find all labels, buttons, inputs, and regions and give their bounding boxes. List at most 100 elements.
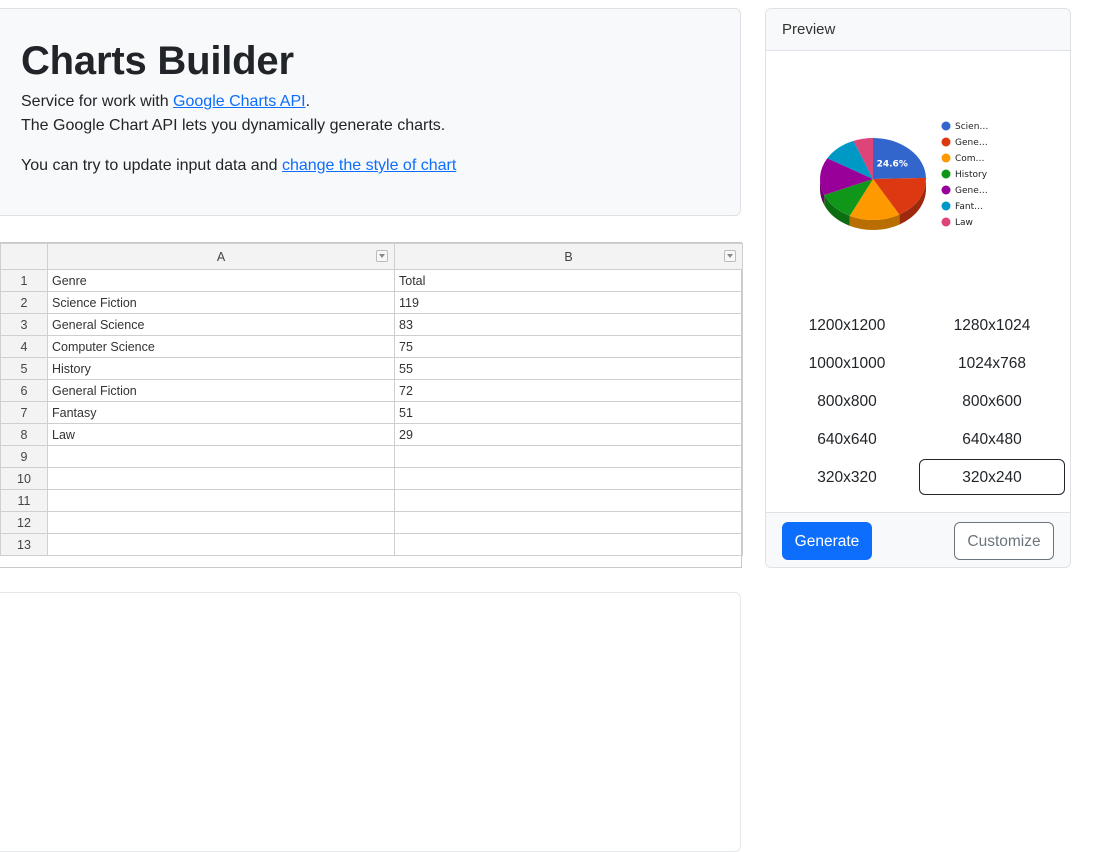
column-a-label: A	[216, 249, 226, 264]
cell-a[interactable]: History	[47, 357, 395, 380]
size-option-1000x1000[interactable]: 1000x1000	[774, 345, 920, 381]
cell-a[interactable]	[47, 467, 395, 490]
size-option-640x480[interactable]: 640x480	[919, 421, 1065, 457]
cell-a[interactable]: Genre	[47, 269, 395, 292]
pie-slice	[873, 138, 926, 179]
change-style-link[interactable]: change the style of chart	[282, 157, 456, 174]
sheet-corner	[0, 243, 48, 270]
pie-slice-label: 24.6%	[877, 160, 908, 170]
row-number[interactable]: 8	[0, 423, 48, 446]
size-option-800x600[interactable]: 800x600	[919, 383, 1065, 419]
google-charts-api-link[interactable]: Google Charts API	[173, 93, 306, 110]
row-number[interactable]: 7	[0, 401, 48, 424]
size-option-320x320[interactable]: 320x320	[774, 459, 920, 495]
intro-line-3: You can try to update input data and cha…	[21, 155, 456, 177]
column-header-a[interactable]: A	[47, 243, 395, 270]
cell-b[interactable]: 29	[394, 423, 743, 446]
intro-text: Service for work with	[21, 93, 174, 110]
cell-a[interactable]: Computer Science	[47, 335, 395, 358]
row-number[interactable]: 11	[0, 489, 48, 512]
cell-a[interactable]	[47, 489, 395, 512]
legend-swatch	[941, 185, 951, 195]
size-option-800x800[interactable]: 800x800	[774, 383, 920, 419]
legend-swatch	[941, 121, 951, 131]
size-option-320x240[interactable]: 320x240	[919, 459, 1065, 495]
data-spreadsheet[interactable]: A B 1 Genre Total 2 Science Fiction 119 3 Gener…	[0, 242, 743, 568]
table-row: 12	[0, 511, 743, 534]
table-row: 13	[0, 533, 743, 556]
cell-a[interactable]: Fantasy	[47, 401, 395, 424]
cell-b[interactable]: Total	[394, 269, 743, 292]
cell-b[interactable]: 72	[394, 379, 743, 402]
column-b-menu-icon[interactable]	[724, 250, 736, 262]
intro-text-suffix: .	[305, 93, 311, 110]
size-option-1280x1024[interactable]: 1280x1024	[919, 307, 1065, 343]
column-header-b[interactable]: B	[394, 243, 743, 270]
cell-b[interactable]	[394, 533, 743, 556]
page-title: Charts Builder	[21, 39, 294, 83]
column-a-menu-icon[interactable]	[376, 250, 388, 262]
legend-label: Gene…	[955, 186, 988, 196]
table-row: 6 General Fiction 72	[0, 379, 743, 402]
table-row: 8 Law 29	[0, 423, 743, 446]
size-option-1024x768[interactable]: 1024x768	[919, 345, 1065, 381]
cell-a[interactable]	[47, 445, 395, 468]
row-number[interactable]: 6	[0, 379, 48, 402]
size-option-640x640[interactable]: 640x640	[774, 421, 920, 457]
legend-swatch	[941, 153, 951, 163]
table-row: 3 General Science 83	[0, 313, 743, 336]
intro-text-3: You can try to update input data and	[21, 157, 282, 174]
row-number[interactable]: 9	[0, 445, 48, 468]
cell-b[interactable]	[394, 445, 743, 468]
table-row: 10	[0, 467, 743, 490]
cell-a[interactable]	[47, 511, 395, 534]
table-row: 1 Genre Total	[0, 269, 743, 292]
cell-a[interactable]: Law	[47, 423, 395, 446]
row-number[interactable]: 10	[0, 467, 48, 490]
table-row: 9	[0, 445, 743, 468]
legend-label: Scien…	[955, 122, 988, 132]
legend-label: History	[955, 170, 988, 180]
row-number[interactable]: 12	[0, 511, 48, 534]
cell-a[interactable]	[47, 533, 395, 556]
cell-b[interactable]: 119	[394, 291, 743, 314]
intro-card: Charts Builder Service for work with Goo…	[0, 8, 741, 216]
intro-line-1: Service for work with Google Charts API.	[21, 91, 310, 113]
size-option-1200x1200[interactable]: 1200x1200	[774, 307, 920, 343]
cell-b[interactable]: 55	[394, 357, 743, 380]
column-header-row: A B	[0, 243, 743, 270]
intro-line-2: The Google Chart API lets you dynamicall…	[21, 117, 446, 134]
cell-b[interactable]: 75	[394, 335, 743, 358]
generate-button[interactable]: Generate	[782, 522, 872, 560]
row-number[interactable]: 5	[0, 357, 48, 380]
row-number[interactable]: 13	[0, 533, 48, 556]
cell-b[interactable]: 51	[394, 401, 743, 424]
table-row: 5 History 55	[0, 357, 743, 380]
row-number[interactable]: 1	[0, 269, 48, 292]
table-row: 11	[0, 489, 743, 512]
column-b-label: B	[564, 249, 573, 264]
output-card	[0, 592, 741, 852]
preview-header: Preview	[766, 9, 1070, 51]
cell-b[interactable]	[394, 511, 743, 534]
cell-a[interactable]: General Fiction	[47, 379, 395, 402]
legend-swatch	[941, 201, 951, 211]
legend-swatch	[941, 217, 951, 227]
preview-card: Preview 24.6% Scien… Gene… Com… History Gene……	[765, 8, 1071, 568]
cell-b[interactable]	[394, 467, 743, 490]
legend-label: Gene…	[955, 138, 988, 148]
cell-b[interactable]: 83	[394, 313, 743, 336]
legend-label: Com…	[955, 154, 985, 164]
cell-a[interactable]: Science Fiction	[47, 291, 395, 314]
customize-button[interactable]: Customize	[954, 522, 1054, 560]
row-number[interactable]: 3	[0, 313, 48, 336]
table-row: 7 Fantasy 51	[0, 401, 743, 424]
row-number[interactable]: 2	[0, 291, 48, 314]
preview-footer: Generate Customize	[766, 512, 1070, 567]
row-number[interactable]: 4	[0, 335, 48, 358]
legend-swatch	[941, 169, 951, 179]
cell-a[interactable]: General Science	[47, 313, 395, 336]
cell-b[interactable]	[394, 489, 743, 512]
pie-chart: 24.6% Scien… Gene… Com… History Gene… Fant… Law	[820, 121, 988, 230]
legend-label: Law	[955, 218, 973, 228]
